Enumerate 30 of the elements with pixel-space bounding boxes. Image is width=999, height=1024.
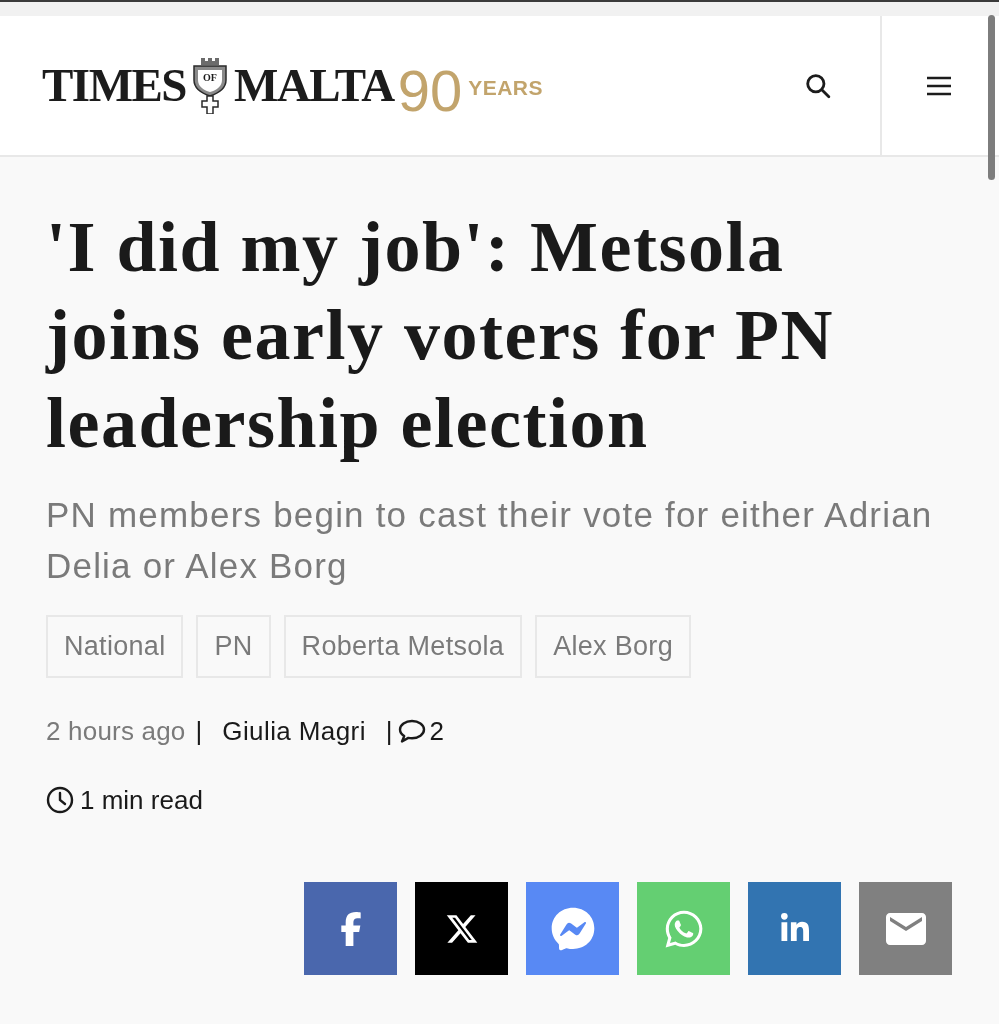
read-time: 1 min read bbox=[80, 787, 203, 813]
article-headline: 'I did my job': Metsola joins early voters for PN leadership election bbox=[46, 206, 835, 465]
author-link[interactable]: Giulia Magri bbox=[222, 718, 366, 744]
menu-icon bbox=[926, 75, 951, 96]
x-share-button[interactable] bbox=[415, 882, 508, 975]
messenger-icon bbox=[550, 906, 595, 951]
speech-bubble-icon bbox=[397, 719, 426, 743]
topic-tag[interactable]: PN bbox=[196, 615, 271, 678]
crest-icon bbox=[192, 57, 228, 114]
topic-tag[interactable]: Alex Borg bbox=[535, 615, 691, 678]
comments-link[interactable]: 2 bbox=[397, 718, 445, 744]
publish-time: 2 hours ago bbox=[46, 718, 186, 744]
email-share-button[interactable] bbox=[859, 882, 952, 975]
logo-word: TIMES bbox=[42, 62, 186, 109]
search-icon bbox=[805, 72, 831, 99]
separator: | bbox=[195, 718, 203, 744]
facebook-share-button[interactable] bbox=[304, 882, 397, 975]
scrollbar-thumb[interactable] bbox=[988, 15, 995, 180]
article-standfirst: PN members begin to cast their vote for either Adrian Delia or Alex Borg bbox=[46, 494, 934, 587]
anniversary-label: YEARS bbox=[468, 77, 543, 98]
messenger-share-button[interactable] bbox=[526, 882, 619, 975]
clock-icon bbox=[46, 786, 74, 814]
facebook-icon bbox=[338, 911, 363, 946]
linkedin-share-button[interactable] bbox=[748, 882, 841, 975]
logo-word: MALTA bbox=[234, 62, 394, 109]
anniversary-number: 90 bbox=[397, 61, 463, 120]
separator: | bbox=[385, 718, 393, 744]
crest-text: OF bbox=[203, 72, 217, 83]
topic-tag[interactable]: National bbox=[46, 615, 184, 678]
topic-tag[interactable]: Roberta Metsola bbox=[283, 615, 523, 678]
